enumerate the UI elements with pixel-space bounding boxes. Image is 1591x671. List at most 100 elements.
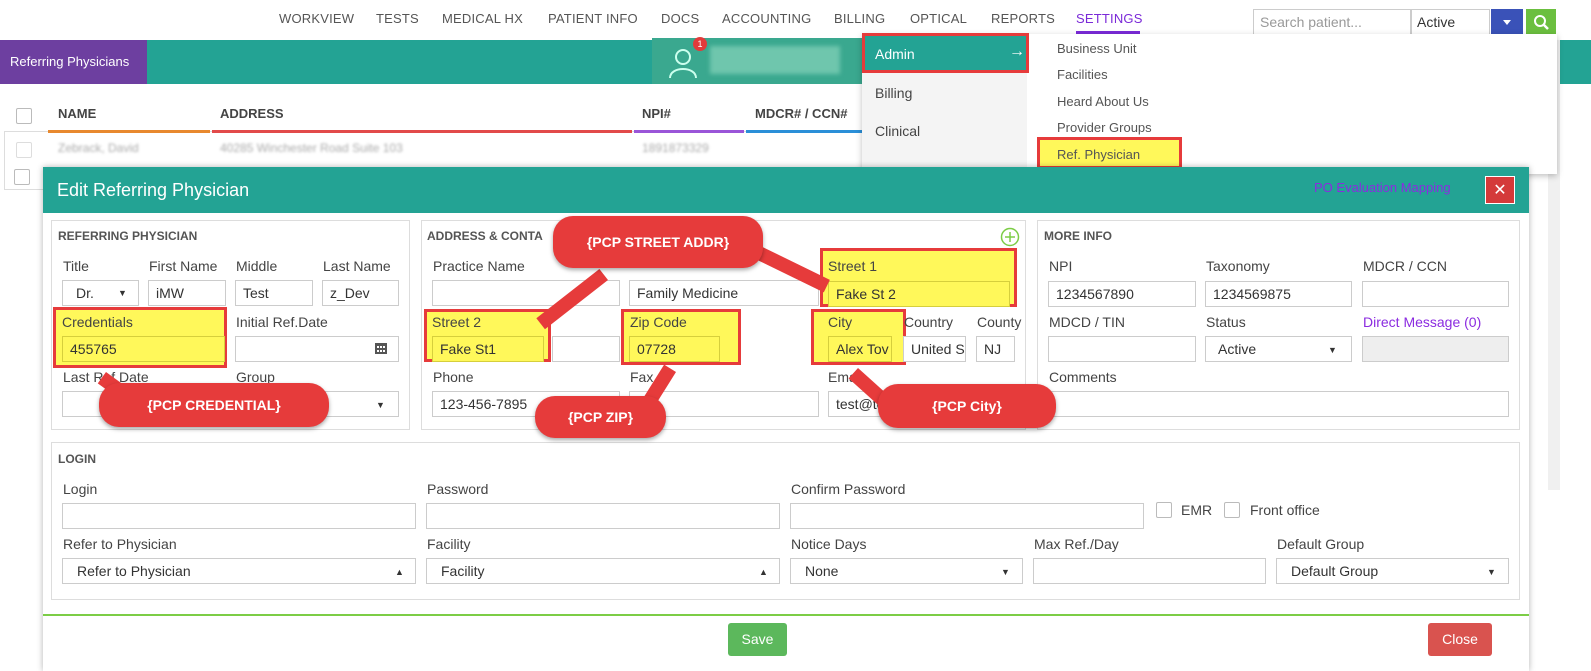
modal-footer-divider [43,614,1529,616]
country-field[interactable]: United S [903,336,966,362]
comments-label: Comments [1049,369,1117,385]
col-mdcr[interactable]: MDCR# / CCN# [755,106,847,121]
menu-item-billing[interactable]: Billing [875,85,912,101]
menu-item-ref-physician[interactable]: Ref. Physician [1037,137,1182,169]
max-ref-day-field[interactable] [1033,558,1266,584]
chevron-down-icon: ▼ [1487,567,1496,577]
emr-label: EMR [1181,502,1213,518]
patient-status-select[interactable]: Active [1411,9,1490,35]
confirm-password-field[interactable] [790,503,1144,529]
mdcr-ccn-label: MDCR / CCN [1363,258,1447,274]
add-circle-icon[interactable] [1000,227,1020,247]
refer-to-physician-label: Refer to Physician [63,536,177,552]
title-select[interactable]: Dr. [62,280,139,306]
title-label: Title [63,258,89,274]
phone-label: Phone [433,369,474,385]
nav-tests[interactable]: TESTS [376,11,419,26]
nav-medical-hx[interactable]: MEDICAL HX [442,11,523,26]
password-field[interactable] [426,503,780,529]
notice-days-select[interactable]: None [790,558,1023,584]
street2-extra-field[interactable] [552,336,620,362]
direct-message-field [1362,336,1509,362]
notification-badge: 1 [693,37,707,51]
nav-accounting[interactable]: ACCOUNTING [722,11,811,26]
refer-to-physician-select[interactable]: Refer to Physician [62,558,416,584]
first-name-field[interactable]: iMW [148,280,226,306]
close-icon: ✕ [1493,182,1507,199]
first-name-label: First Name [149,258,218,274]
default-group-label: Default Group [1277,536,1365,552]
nav-reports[interactable]: REPORTS [991,11,1055,26]
user-icon [669,49,697,79]
credentials-label: Credentials [62,314,133,330]
row-checkbox[interactable] [16,142,32,158]
facility-select[interactable]: Facility [426,558,780,584]
col-underline [746,130,862,133]
last-name-field[interactable]: z_Dev [322,280,399,306]
calendar-icon[interactable] [374,341,388,355]
zip-code-field[interactable]: 07728 [629,336,720,362]
nav-settings[interactable]: SETTINGS [1076,11,1143,26]
section-title-more-info: MORE INFO [1044,229,1112,243]
chevron-down-icon: ▼ [1328,345,1337,355]
top-nav: WORKVIEW TESTS MEDICAL HX PATIENT INFO D… [0,0,1591,38]
nav-docs[interactable]: DOCS [661,11,699,26]
close-button[interactable]: Close [1428,623,1492,656]
search-patient-input[interactable] [1253,9,1411,35]
credentials-field[interactable]: 455765 [62,336,225,362]
title-value: Dr. [76,285,94,301]
modal-close-button[interactable]: ✕ [1485,176,1515,204]
menu-item-facilities[interactable]: Facilities [1057,67,1108,82]
menu-item-ref-physician-label: Ref. Physician [1057,147,1141,162]
select-all-checkbox[interactable] [16,108,32,124]
menu-item-business-unit[interactable]: Business Unit [1057,41,1136,56]
practice-name-label: Practice Name [433,258,525,274]
row-name: Zebrack, David [58,141,139,155]
login-field[interactable] [62,503,416,529]
save-button[interactable]: Save [728,623,787,656]
col-name[interactable]: NAME [58,106,96,121]
nav-optical[interactable]: OPTICAL [910,11,967,26]
nav-billing[interactable]: BILLING [834,11,885,26]
county-field[interactable]: NJ [976,336,1015,362]
chevron-up-icon: ▲ [759,567,768,577]
chevron-down-icon: ▼ [1001,567,1010,577]
country-label: Country [904,314,954,330]
middle-name-field[interactable]: Test [235,280,313,306]
tab-referring-physicians[interactable]: Referring Physicians [0,40,147,84]
taxonomy-label: Taxonomy [1206,258,1270,274]
callout-pcp-zip: {PCP ZIP} [535,396,666,438]
npi-field[interactable]: 1234567890 [1048,281,1196,307]
row-address: 40285 Winchester Road Suite 103 [220,141,403,155]
mdcr-ccn-field[interactable] [1362,281,1509,307]
menu-item-heard-about-us[interactable]: Heard About Us [1057,94,1149,109]
col-npi[interactable]: NPI# [642,106,671,121]
patient-name-blurred [710,46,840,74]
direct-message-link[interactable]: Direct Message (0) [1363,314,1481,330]
city-field[interactable]: Alex Tov [828,336,892,362]
comments-textarea[interactable] [1048,391,1509,417]
max-ref-day-label: Max Ref./Day [1034,536,1119,552]
modal-header [43,167,1529,213]
street2-label: Street 2 [432,314,482,330]
street2-field[interactable]: Fake St1 [432,336,544,362]
nav-workview[interactable]: WORKVIEW [279,11,354,26]
po-evaluation-mapping-link[interactable]: PO Evaluation Mapping [1314,180,1451,195]
default-group-select[interactable]: Default Group [1276,558,1509,584]
menu-item-provider-groups[interactable]: Provider Groups [1057,120,1152,135]
specialty-field[interactable]: Family Medicine [629,280,819,306]
login-label: Login [63,481,98,497]
npi-label: NPI [1049,258,1073,274]
menu-item-clinical[interactable]: Clinical [875,123,920,139]
search-button[interactable] [1526,9,1556,35]
front-office-checkbox[interactable] [1224,502,1240,518]
emr-checkbox[interactable] [1156,502,1172,518]
section-title-referring-physician: REFERRING PHYSICIAN [58,229,198,243]
row-checkbox[interactable] [14,169,30,185]
col-address[interactable]: ADDRESS [220,106,284,121]
taxonomy-field[interactable]: 1234569875 [1205,281,1352,307]
status-dropdown-button[interactable] [1491,9,1523,35]
street1-field[interactable]: Fake St 2 [828,281,1010,307]
mdcd-tin-field[interactable] [1048,336,1196,362]
nav-patient-info[interactable]: PATIENT INFO [548,11,638,26]
